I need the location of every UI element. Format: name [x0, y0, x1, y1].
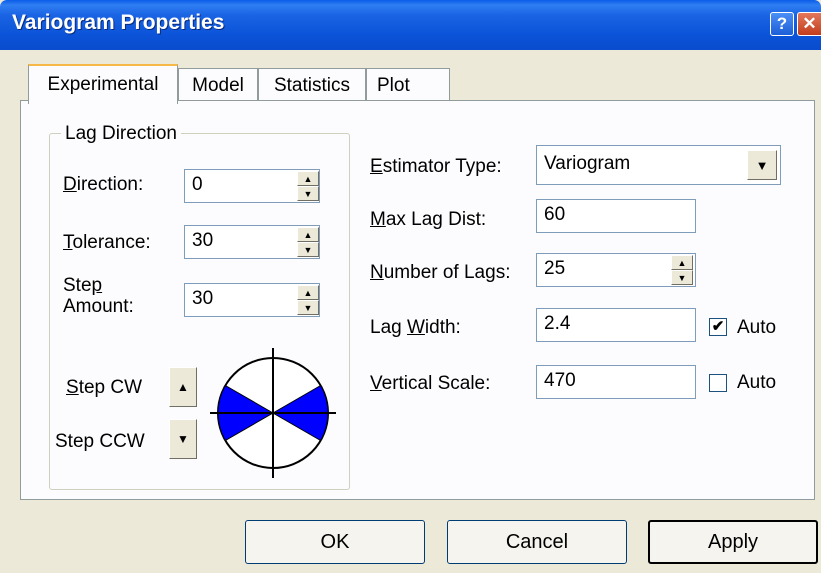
- estimator-type-label: Estimator Type:: [370, 156, 502, 177]
- title-bar: Variogram Properties ? ✕: [0, 0, 821, 50]
- lag-width-auto-checkbox[interactable]: ✔: [709, 318, 727, 336]
- lag-width-field[interactable]: 2.4: [536, 308, 696, 342]
- close-button[interactable]: ✕: [797, 12, 821, 36]
- help-button[interactable]: ?: [770, 12, 794, 36]
- max-lag-dist-label: Max Lag Dist:: [370, 209, 487, 230]
- spin-down-icon[interactable]: ▼: [671, 270, 693, 285]
- help-icon: ?: [776, 14, 788, 33]
- arrow-down-icon: ▼: [177, 432, 189, 446]
- tab-model[interactable]: Model: [178, 68, 258, 102]
- arrow-up-icon: ▲: [177, 380, 189, 394]
- close-icon: ✕: [802, 14, 817, 33]
- tab-experimental[interactable]: Experimental: [28, 64, 178, 104]
- cancel-label: Cancel: [505, 530, 569, 553]
- tab-label: Statistics: [273, 74, 351, 96]
- dropdown-arrow-icon[interactable]: ▼: [747, 150, 777, 180]
- tab-panel-experimental: Lag Direction Direction: 0 ▲ ▼ Tolerance:…: [20, 100, 815, 500]
- ok-label: OK: [320, 530, 350, 553]
- tolerance-spinner[interactable]: ▲ ▼: [297, 227, 319, 257]
- max-lag-dist-field[interactable]: 60: [536, 199, 696, 233]
- vertical-scale-label: Vertical Scale:: [370, 373, 491, 394]
- number-of-lags-spinner[interactable]: ▲ ▼: [671, 255, 693, 285]
- lag-direction-legend: Lag Direction: [61, 123, 181, 145]
- direction-label: Direction:: [63, 174, 144, 195]
- tolerance-label: Tolerance:: [63, 232, 151, 253]
- spin-up-icon[interactable]: ▲: [671, 255, 693, 270]
- tab-plot[interactable]: Plot: [366, 68, 450, 102]
- tolerance-value: 30: [192, 230, 214, 251]
- step-cw-button[interactable]: ▲: [169, 367, 197, 407]
- spin-up-icon[interactable]: ▲: [297, 227, 319, 242]
- direction-value: 0: [192, 174, 203, 195]
- spin-up-icon[interactable]: ▲: [297, 285, 319, 300]
- tab-statistics[interactable]: Statistics: [258, 68, 366, 102]
- vertical-scale-value: 470: [544, 370, 576, 391]
- spin-down-icon[interactable]: ▼: [297, 242, 319, 257]
- spin-down-icon[interactable]: ▼: [297, 186, 319, 201]
- vertical-scale-auto-checkbox[interactable]: [709, 374, 727, 392]
- lag-width-auto-label: Auto: [737, 317, 777, 338]
- ok-button[interactable]: OK: [245, 520, 425, 564]
- window-title: Variogram Properties: [12, 11, 225, 34]
- lag-width-label: Lag Width:: [370, 317, 461, 338]
- vertical-scale-auto-label: Auto: [737, 372, 777, 393]
- step-cw-label: Step CW: [66, 377, 143, 398]
- tab-label: Plot: [377, 74, 410, 96]
- direction-spinner[interactable]: ▲ ▼: [297, 171, 319, 201]
- spin-up-icon[interactable]: ▲: [297, 171, 319, 186]
- max-lag-dist-value: 60: [544, 204, 566, 225]
- step-ccw-label: Step CCW: [55, 431, 145, 452]
- step-amount-label: Step Amount:: [63, 275, 134, 317]
- estimator-type-value: Variogram: [544, 153, 631, 174]
- check-icon: ✔: [711, 318, 725, 335]
- lag-width-value: 2.4: [544, 313, 571, 334]
- cancel-button[interactable]: Cancel: [447, 520, 627, 564]
- step-amount-spinner[interactable]: ▲ ▼: [297, 285, 319, 315]
- direction-compass: [210, 348, 336, 478]
- spin-down-icon[interactable]: ▼: [297, 300, 319, 315]
- tab-label: Model: [192, 74, 244, 96]
- number-of-lags-value: 25: [544, 258, 566, 279]
- tab-label: Experimental: [47, 74, 159, 95]
- estimator-type-select[interactable]: Variogram: [536, 145, 781, 185]
- step-amount-value: 30: [192, 288, 214, 309]
- vertical-scale-field[interactable]: 470: [536, 365, 696, 399]
- apply-button[interactable]: Apply: [648, 520, 818, 564]
- number-of-lags-label: Number of Lags:: [370, 262, 511, 283]
- step-ccw-button[interactable]: ▼: [169, 419, 197, 459]
- apply-label: Apply: [707, 530, 759, 553]
